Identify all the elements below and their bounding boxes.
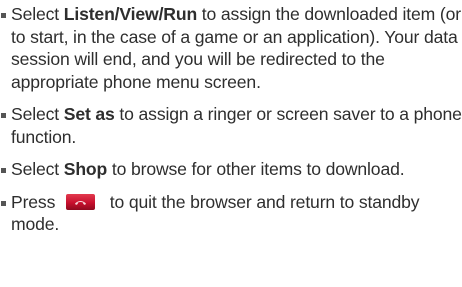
bullet-icon bbox=[1, 13, 6, 18]
item-prefix: Select bbox=[11, 4, 64, 24]
list-item-set-as: Select Set as to assign a ringer or scre… bbox=[0, 103, 462, 148]
list-item-press-end: Press to quit the browser and return to … bbox=[0, 191, 462, 236]
item-prefix: Select bbox=[11, 159, 64, 179]
keyword-shop: Shop bbox=[63, 159, 108, 179]
instruction-list: Select Listen/View/Run to assign the dow… bbox=[0, 3, 462, 236]
manual-page: Select Listen/View/Run to assign the dow… bbox=[0, 0, 462, 287]
item-prefix: Press bbox=[11, 191, 60, 212]
list-item-listen-view-run: Select Listen/View/Run to assign the dow… bbox=[0, 3, 462, 93]
bullet-icon bbox=[1, 168, 6, 173]
list-item-shop: Select Shop to browse for other items to… bbox=[0, 158, 462, 181]
keyword-listen-view-run: Listen/View/Run bbox=[63, 4, 198, 24]
bullet-icon bbox=[1, 200, 6, 206]
item-prefix: Select bbox=[11, 104, 64, 124]
item-text: to browse for other items to download. bbox=[107, 159, 405, 179]
bullet-icon bbox=[1, 113, 6, 118]
end-key-icon bbox=[64, 193, 97, 211]
keyword-set-as: Set as bbox=[63, 104, 115, 124]
